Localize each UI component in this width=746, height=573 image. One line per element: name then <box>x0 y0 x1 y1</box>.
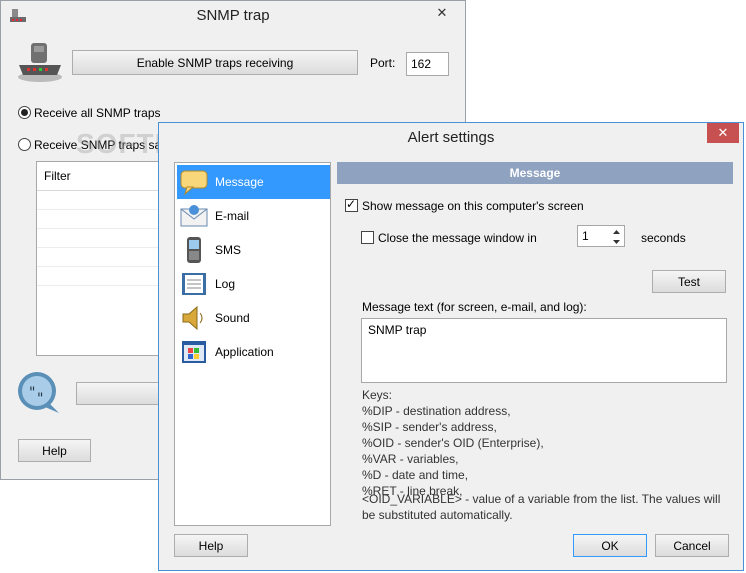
message-icon <box>179 168 209 196</box>
nav-label: Application <box>215 345 274 359</box>
close-icon: ✕ <box>717 125 729 140</box>
message-text-label: Message text (for screen, e-mail, and lo… <box>362 300 587 314</box>
close-window-label: Close the message window in <box>378 231 537 245</box>
alert-help-button[interactable]: Help <box>174 534 248 557</box>
keys-line: be substituted automatically. <box>362 508 513 522</box>
nav-item-email[interactable]: E-mail <box>177 199 330 233</box>
keys-line: Keys: <box>362 388 393 402</box>
email-icon <box>179 202 209 230</box>
receive-all-label: Receive all SNMP traps <box>34 106 161 120</box>
message-textarea[interactable]: SNMP trap <box>361 318 727 383</box>
nav-label: Sound <box>215 311 250 325</box>
message-text-value: SNMP trap <box>368 323 427 337</box>
spinner-up-button[interactable] <box>610 227 623 236</box>
main-help-button[interactable]: Help <box>18 439 91 462</box>
router-icon <box>15 39 65 83</box>
nav-label: Message <box>215 175 264 189</box>
show-message-checkbox[interactable] <box>345 197 358 212</box>
bubble-icon: " " <box>15 369 63 417</box>
alert-settings-window: Alert settings ✕ Message E-mail SMS Log … <box>158 122 744 571</box>
ok-button[interactable]: OK <box>573 534 647 557</box>
section-header: Message <box>337 162 733 184</box>
port-value: 162 <box>411 57 432 71</box>
nav-label: SMS <box>215 243 242 257</box>
nav-label: Log <box>215 277 236 291</box>
list-divider <box>37 266 165 267</box>
seconds-value: 1 <box>582 229 589 243</box>
list-divider <box>37 190 165 191</box>
svg-text:": " <box>29 385 35 401</box>
arrow-down-icon <box>613 239 620 244</box>
alert-window-title: Alert settings <box>407 129 495 146</box>
receive-all-radio[interactable] <box>18 106 31 119</box>
port-label: Port: <box>370 56 396 70</box>
application-icon <box>179 338 209 366</box>
main-titlebar: SNMP trap ✕ <box>1 1 465 31</box>
nav-item-log[interactable]: Log <box>177 267 330 301</box>
list-divider <box>37 228 165 229</box>
spinner-down-button[interactable] <box>610 237 623 246</box>
log-icon <box>179 270 209 298</box>
list-divider <box>37 209 165 210</box>
port-input[interactable]: 162 <box>406 52 449 76</box>
speaker-icon <box>179 304 209 332</box>
keys-line: %DIP - destination address, <box>362 404 511 418</box>
close-icon: ✕ <box>436 5 448 20</box>
keys-line: %SIP - sender's address, <box>362 420 497 434</box>
alert-titlebar: Alert settings ✕ <box>159 123 743 153</box>
keys-line: %OID - sender's OID (Enterprise), <box>362 436 544 450</box>
cancel-button[interactable]: Cancel <box>655 534 729 557</box>
close-window-checkbox[interactable] <box>361 231 374 244</box>
alert-close-button[interactable]: ✕ <box>707 123 739 143</box>
keys-line: %D - date and time, <box>362 468 469 482</box>
seconds-spinner[interactable]: 1 <box>577 225 625 247</box>
main-window-title: SNMP trap <box>196 7 270 24</box>
nav-item-sms[interactable]: SMS <box>177 233 330 267</box>
list-divider <box>37 285 165 286</box>
enable-traps-button[interactable]: Enable SNMP traps receiving <box>72 50 358 75</box>
svg-text:": " <box>37 391 43 407</box>
list-divider <box>37 247 165 248</box>
nav-item-message[interactable]: Message <box>177 165 330 199</box>
main-action-button[interactable] <box>76 382 166 405</box>
show-message-label: Show message on this computer's screen <box>362 199 584 213</box>
keys-line: %VAR - variables, <box>362 452 459 466</box>
main-close-button[interactable]: ✕ <box>427 3 457 23</box>
receive-filter-radio[interactable] <box>18 138 31 151</box>
nav-item-sound[interactable]: Sound <box>177 301 330 335</box>
nav-label: E-mail <box>215 209 250 223</box>
filter-list[interactable]: Filter <box>36 161 166 356</box>
nav-item-application[interactable]: Application <box>177 335 330 369</box>
filter-header: Filter <box>44 169 71 183</box>
keys-line: <OID_VARIABLE> - value of a variable fro… <box>362 492 721 506</box>
seconds-label: seconds <box>641 231 686 245</box>
arrow-up-icon <box>613 229 620 234</box>
alert-nav-list: Message E-mail SMS Log Sound Application <box>174 162 331 526</box>
test-button[interactable]: Test <box>652 270 726 293</box>
phone-icon <box>179 236 209 264</box>
